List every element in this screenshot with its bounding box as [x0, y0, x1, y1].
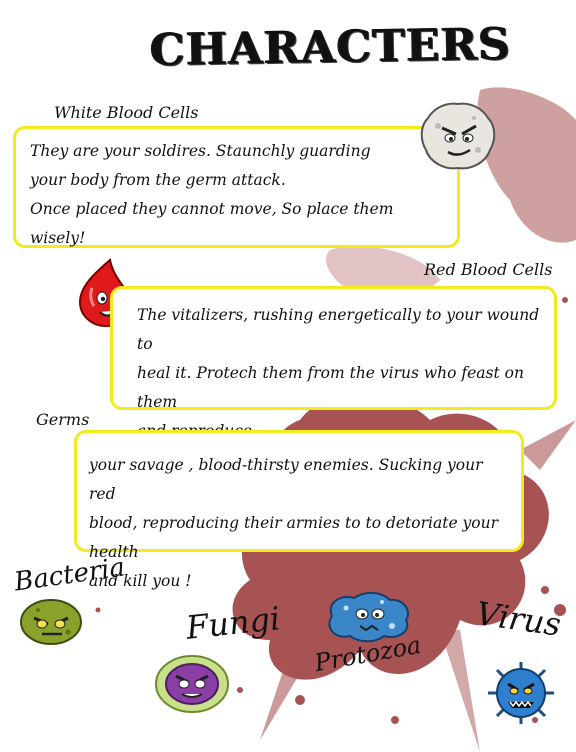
red-blood-cells-description: The vitalizers, rushing energetically to… [110, 286, 557, 440]
white-blood-cells-line: Once placed they cannot move, So place t… [30, 200, 394, 247]
germs-description: your savage , blood-thirsty enemies. Suc… [74, 430, 524, 590]
germs-label: Germs [36, 410, 90, 429]
red-blood-cells-line: The vitalizers, rushing energetically to… [137, 306, 540, 353]
white-blood-cells-label: White Blood Cells [54, 103, 199, 122]
germs-line: and kill you ! [89, 572, 192, 590]
red-blood-cells-line: heal it. Protech them from the virus who… [137, 364, 524, 411]
red-blood-cells-label: Red Blood Cells [424, 260, 553, 279]
virus-icon [488, 662, 554, 724]
bacteria-icon [20, 599, 82, 645]
germs-line: blood, reproducing their armies to to de… [89, 514, 499, 561]
white-blood-cells-description: They are your soldires. Staunchly guardi… [13, 126, 460, 248]
page-title: CHARACTERS [149, 18, 512, 77]
fungi-icon [155, 655, 229, 713]
white-blood-cells-line: your body from the germ attack. [30, 171, 286, 189]
white-blood-cell-icon [420, 102, 496, 170]
white-blood-cells-line: They are your soldires. Staunchly guardi… [30, 142, 371, 160]
germs-line: your savage , blood-thirsty enemies. Suc… [89, 456, 483, 503]
